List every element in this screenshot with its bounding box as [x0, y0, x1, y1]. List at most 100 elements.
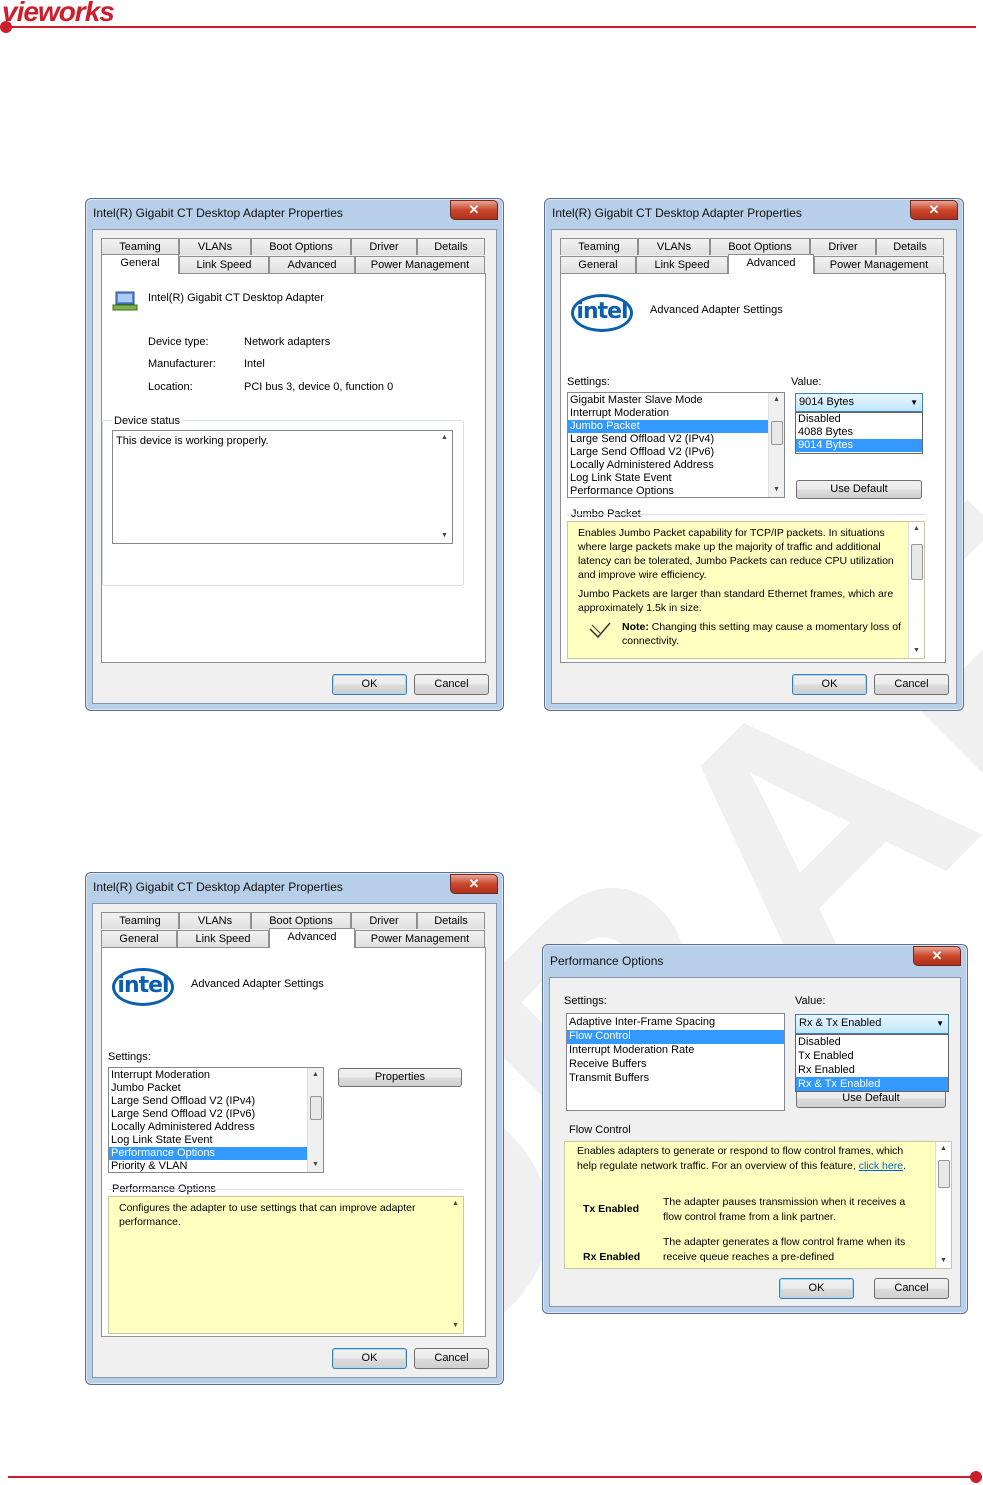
tab-vlans[interactable]: VLANs: [638, 238, 710, 255]
settings-listbox[interactable]: Interrupt Moderation Jumbo Packet Large …: [108, 1067, 324, 1173]
tab-link-speed[interactable]: Link Speed: [177, 930, 269, 947]
tab-general[interactable]: General: [101, 254, 179, 274]
scroll-up-icon[interactable]: ▲: [308, 1068, 323, 1082]
settings-scrollbar[interactable]: ▲ ▼: [307, 1068, 323, 1172]
dropdown-option[interactable]: Tx Enabled: [796, 1049, 948, 1063]
use-default-button[interactable]: Use Default: [796, 480, 922, 499]
tab-driver[interactable]: Driver: [351, 238, 417, 255]
help-scrollbar[interactable]: ▲ ▼: [448, 1197, 463, 1333]
list-item[interactable]: Interrupt Moderation: [568, 407, 768, 420]
ok-button[interactable]: OK: [332, 1348, 407, 1369]
dropdown-option-selected[interactable]: Rx & Tx Enabled: [796, 1077, 948, 1091]
scroll-up-icon[interactable]: ▲: [909, 522, 924, 536]
tab-link-speed[interactable]: Link Speed: [636, 256, 728, 273]
list-item-selected[interactable]: Jumbo Packet: [568, 420, 768, 433]
list-item[interactable]: Jumbo Packet: [109, 1082, 307, 1095]
click-here-link[interactable]: click here: [859, 1160, 903, 1172]
chevron-down-icon[interactable]: ▼: [910, 394, 918, 411]
scroll-up-icon[interactable]: ▲: [437, 431, 452, 445]
tab-teaming[interactable]: Teaming: [101, 238, 179, 255]
tab-advanced[interactable]: Advanced: [269, 928, 355, 948]
tab-driver[interactable]: Driver: [810, 238, 876, 255]
list-item[interactable]: Priority & VLAN: [109, 1160, 307, 1172]
tab-details[interactable]: Details: [876, 238, 944, 255]
properties-button[interactable]: Properties: [338, 1068, 462, 1087]
list-item[interactable]: Transmit Buffers: [567, 1072, 784, 1086]
scroll-down-icon[interactable]: ▼: [437, 529, 452, 543]
list-item-selected[interactable]: Performance Options: [109, 1147, 307, 1160]
tab-power-management[interactable]: Power Management: [355, 930, 485, 947]
scroll-thumb[interactable]: [911, 544, 923, 580]
settings-listbox[interactable]: Gigabit Master Slave Mode Interrupt Mode…: [567, 392, 785, 498]
ok-button[interactable]: OK: [332, 674, 407, 695]
tab-driver[interactable]: Driver: [351, 912, 417, 929]
scroll-up-icon[interactable]: ▲: [936, 1142, 951, 1156]
list-item[interactable]: Receive Buffers: [567, 1058, 784, 1072]
settings-scrollbar[interactable]: ▲ ▼: [768, 393, 784, 497]
tab-boot-options[interactable]: Boot Options: [251, 238, 351, 255]
tab-boot-options[interactable]: Boot Options: [710, 238, 810, 255]
scroll-thumb[interactable]: [771, 421, 783, 445]
tab-vlans[interactable]: VLANs: [179, 238, 251, 255]
list-item[interactable]: Performance Options: [568, 485, 768, 497]
scroll-thumb[interactable]: [938, 1160, 950, 1188]
scroll-down-icon[interactable]: ▼: [308, 1158, 323, 1172]
chevron-down-icon[interactable]: ▼: [936, 1015, 944, 1032]
list-item[interactable]: Locally Administered Address: [568, 459, 768, 472]
cancel-button[interactable]: Cancel: [874, 674, 949, 695]
tab-teaming[interactable]: Teaming: [101, 912, 179, 929]
scroll-up-icon[interactable]: ▲: [769, 393, 784, 407]
dropdown-option-selected[interactable]: 9014 Bytes: [796, 439, 922, 452]
scroll-thumb[interactable]: [310, 1096, 322, 1120]
list-item[interactable]: Large Send Offload V2 (IPv6): [109, 1108, 307, 1121]
list-item-selected[interactable]: Flow Control: [567, 1030, 784, 1044]
tab-boot-options[interactable]: Boot Options: [251, 912, 351, 929]
tab-vlans[interactable]: VLANs: [179, 912, 251, 929]
scroll-down-icon[interactable]: ▼: [936, 1254, 951, 1268]
scroll-down-icon[interactable]: ▼: [909, 644, 924, 658]
status-scrollbar[interactable]: ▲ ▼: [437, 431, 452, 543]
dropdown-option[interactable]: Disabled: [796, 1035, 948, 1049]
tab-power-management[interactable]: Power Management: [814, 256, 944, 273]
settings-listbox[interactable]: Adaptive Inter-Frame Spacing Flow Contro…: [566, 1013, 785, 1111]
list-item[interactable]: Gigabit Master Slave Mode: [568, 394, 768, 407]
dropdown-option[interactable]: 4088 Bytes: [796, 426, 922, 439]
list-item[interactable]: Large Send Offload V2 (IPv6): [568, 446, 768, 459]
tab-general[interactable]: General: [560, 256, 636, 273]
tab-advanced[interactable]: Advanced: [728, 254, 814, 274]
help-scrollbar[interactable]: ▲ ▼: [908, 522, 924, 658]
close-button[interactable]: ✕: [913, 946, 961, 966]
dropdown-option[interactable]: Rx Enabled: [796, 1063, 948, 1077]
dropdown-option[interactable]: Disabled: [796, 413, 922, 426]
device-status-textbox[interactable]: This device is working properly. ▲ ▼: [112, 430, 453, 544]
tab-details[interactable]: Details: [417, 912, 485, 929]
value-combobox[interactable]: 9014 Bytes ▼: [795, 393, 923, 412]
cancel-button[interactable]: Cancel: [414, 1348, 489, 1369]
close-button[interactable]: ✕: [450, 874, 498, 894]
list-item[interactable]: Locally Administered Address: [109, 1121, 307, 1134]
cancel-button[interactable]: Cancel: [874, 1278, 949, 1299]
cancel-button[interactable]: Cancel: [414, 674, 489, 695]
tab-link-speed[interactable]: Link Speed: [179, 256, 269, 273]
tab-general[interactable]: General: [101, 930, 177, 947]
list-item[interactable]: Large Send Offload V2 (IPv4): [568, 433, 768, 446]
tab-power-management[interactable]: Power Management: [355, 256, 485, 273]
tab-details[interactable]: Details: [417, 238, 485, 255]
ok-button[interactable]: OK: [792, 674, 867, 695]
value-combobox[interactable]: Rx & Tx Enabled ▼: [795, 1014, 949, 1034]
ok-button[interactable]: OK: [779, 1278, 854, 1299]
list-item[interactable]: Adaptive Inter-Frame Spacing: [567, 1016, 784, 1030]
close-button[interactable]: ✕: [910, 200, 958, 220]
scroll-up-icon[interactable]: ▲: [448, 1197, 463, 1211]
scroll-down-icon[interactable]: ▼: [448, 1319, 463, 1333]
tab-advanced[interactable]: Advanced: [269, 256, 355, 273]
scroll-down-icon[interactable]: ▼: [769, 483, 784, 497]
tab-teaming[interactable]: Teaming: [560, 238, 638, 255]
list-item[interactable]: Log Link State Event: [568, 472, 768, 485]
list-item[interactable]: Log Link State Event: [109, 1134, 307, 1147]
help-scrollbar[interactable]: ▲ ▼: [935, 1142, 951, 1268]
list-item[interactable]: Interrupt Moderation: [109, 1069, 307, 1082]
close-button[interactable]: ✕: [450, 200, 498, 220]
list-item[interactable]: Interrupt Moderation Rate: [567, 1044, 784, 1058]
list-item[interactable]: Large Send Offload V2 (IPv4): [109, 1095, 307, 1108]
